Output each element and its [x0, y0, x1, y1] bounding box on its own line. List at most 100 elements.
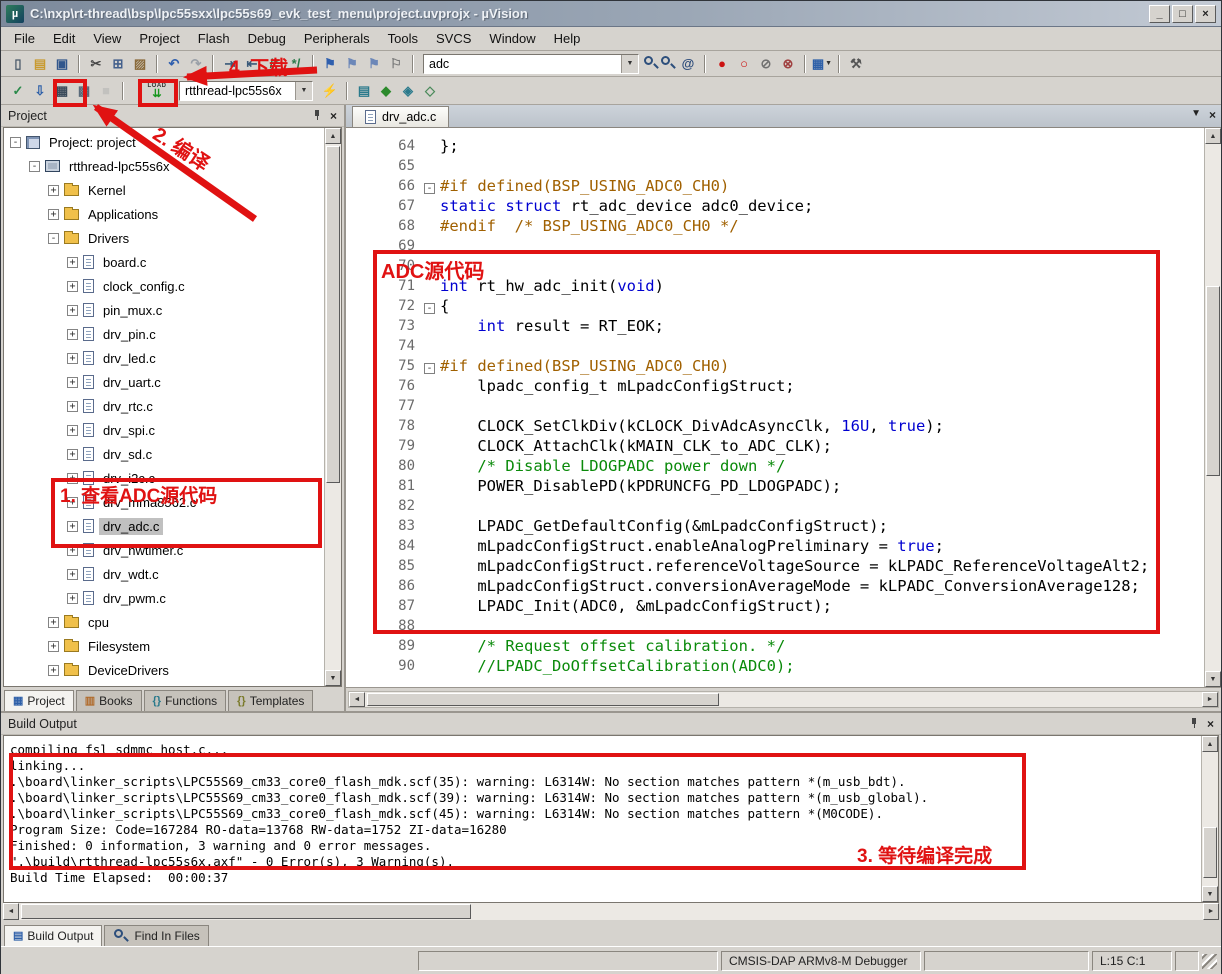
scroll-thumb[interactable] — [1206, 286, 1220, 476]
tree-item-project-project[interactable]: -Project: project — [4, 130, 324, 154]
code-line[interactable]: 84 mLpadcConfigStruct.enableAnalogPrelim… — [346, 536, 1204, 556]
expand-icon[interactable]: - — [10, 137, 21, 148]
enable-breakpoint-icon[interactable]: ○ — [733, 54, 755, 74]
comment-selection-icon[interactable]: /* — [263, 54, 285, 74]
new-file-icon[interactable]: ▯ — [7, 54, 29, 74]
close-document-icon[interactable]: × — [1209, 109, 1216, 121]
panel-tab-templates[interactable]: {}Templates — [228, 690, 313, 711]
expand-icon[interactable]: - — [48, 233, 59, 244]
save-icon[interactable]: ▣ — [51, 54, 73, 74]
scroll-thumb[interactable] — [367, 693, 719, 706]
code-line[interactable]: 82 — [346, 496, 1204, 516]
output-line[interactable]: .\board\linker_scripts\LPC55S69_cm33_cor… — [10, 774, 1201, 790]
expand-icon[interactable]: + — [48, 665, 59, 676]
code-line[interactable]: 67static struct rt_adc_device adc0_devic… — [346, 196, 1204, 216]
output-horizontal-scrollbar[interactable]: ◄ ► — [3, 903, 1219, 920]
bookmark-toggle-icon[interactable]: ⚑ — [319, 54, 341, 74]
output-line[interactable]: compiling fsl_sdmmc_host.c... — [10, 742, 1201, 758]
target-select-value[interactable]: rtthread-lpc55s6x — [180, 84, 295, 98]
tree-item-drv-adc-c[interactable]: +drv_adc.c — [4, 514, 324, 538]
tree-item-drv-spi-c[interactable]: +drv_spi.c — [4, 418, 324, 442]
batch-build-icon[interactable]: ▩ — [73, 81, 95, 101]
scroll-track[interactable] — [325, 144, 341, 670]
output-line[interactable]: .\board\linker_scripts\LPC55S69_cm33_cor… — [10, 790, 1201, 806]
menu-svcs[interactable]: SVCS — [427, 28, 480, 49]
redo-icon[interactable]: ↷ — [185, 54, 207, 74]
scroll-down-icon[interactable]: ▼ — [1202, 886, 1218, 902]
indent-right-icon[interactable]: ⇥ — [219, 54, 241, 74]
tree-item-drv-uart-c[interactable]: +drv_uart.c — [4, 370, 324, 394]
menu-help[interactable]: Help — [545, 28, 590, 49]
fold-toggle-icon[interactable]: - — [424, 363, 435, 374]
menu-edit[interactable]: Edit — [44, 28, 84, 49]
tree-item-pin-mux-c[interactable]: +pin_mux.c — [4, 298, 324, 322]
output-line[interactable]: ".\build\rtthread-lpc55s6x.axf" - 0 Erro… — [10, 854, 1201, 870]
code-line[interactable]: 78 CLOCK_SetClkDiv(kCLOCK_DivAdcAsyncClk… — [346, 416, 1204, 436]
expand-icon[interactable]: + — [48, 641, 59, 652]
panel-tab-project[interactable]: ▦Project — [4, 690, 74, 711]
scroll-up-icon[interactable]: ▲ — [1202, 736, 1218, 752]
code-line[interactable]: 72-{ — [346, 296, 1204, 316]
close-panel-icon[interactable]: × — [330, 110, 337, 122]
bottom-tab-find-in-files[interactable]: Find In Files — [104, 925, 208, 946]
panel-tab-functions[interactable]: {}Functions — [144, 690, 227, 711]
kill-all-breakpoints-icon[interactable]: ⊗ — [777, 54, 799, 74]
find-in-files-icon[interactable] — [113, 928, 130, 945]
menu-view[interactable]: View — [84, 28, 130, 49]
tree-item-clock-config-c[interactable]: +clock_config.c — [4, 274, 324, 298]
scroll-right-icon[interactable]: ► — [1203, 903, 1219, 920]
indent-left-icon[interactable]: ⇤ — [241, 54, 263, 74]
scroll-thumb[interactable] — [1203, 827, 1217, 878]
output-line[interactable]: Finished: 0 information, 3 warning and 0… — [10, 838, 1201, 854]
tree-item-drv-wdt-c[interactable]: +drv_wdt.c — [4, 562, 324, 586]
pin-icon[interactable] — [1190, 718, 1199, 729]
scroll-right-icon[interactable]: ► — [1202, 692, 1218, 707]
tree-item-drv-pwm-c[interactable]: +drv_pwm.c — [4, 586, 324, 610]
scroll-up-icon[interactable]: ▲ — [1205, 128, 1221, 144]
options-for-target-icon[interactable]: ⚡ — [319, 81, 341, 101]
scroll-down-icon[interactable]: ▼ — [1205, 671, 1221, 687]
code-line[interactable]: 83 LPADC_GetDefaultConfig(&mLpadcConfigS… — [346, 516, 1204, 536]
insert-breakpoint-icon[interactable]: ● — [711, 54, 733, 74]
tree-item-devicedrivers[interactable]: +DeviceDrivers — [4, 658, 324, 682]
tree-item-cpu[interactable]: +cpu — [4, 610, 324, 634]
expand-icon[interactable]: + — [67, 473, 78, 484]
code-line[interactable]: 65 — [346, 156, 1204, 176]
expand-icon[interactable]: + — [48, 185, 59, 196]
scroll-track[interactable] — [1205, 144, 1221, 671]
tree-item-board-c[interactable]: +board.c — [4, 250, 324, 274]
code-line[interactable]: 73 int result = RT_EOK; — [346, 316, 1204, 336]
expand-icon[interactable]: + — [67, 497, 78, 508]
window-layout-icon[interactable]: ▦▼ — [811, 54, 833, 74]
scroll-left-icon[interactable]: ◄ — [349, 692, 365, 707]
find-in-files-icon[interactable] — [660, 55, 677, 72]
code-line[interactable]: 74 — [346, 336, 1204, 356]
code-line[interactable]: 86 mLpadcConfigStruct.conversionAverageM… — [346, 576, 1204, 596]
copy-icon[interactable]: ⊞ — [107, 54, 129, 74]
undo-icon[interactable]: ↶ — [163, 54, 185, 74]
incremental-find-icon[interactable]: @ — [677, 54, 699, 74]
code-line[interactable]: 75-#if defined(BSP_USING_ADC0_CH0) — [346, 356, 1204, 376]
bookmark-clear-all-icon[interactable]: ⚐ — [385, 54, 407, 74]
code-line[interactable]: 77 — [346, 396, 1204, 416]
tree-scrollbar[interactable]: ▲ ▼ — [324, 128, 341, 686]
find-icon[interactable] — [643, 55, 660, 72]
scroll-down-icon[interactable]: ▼ — [325, 670, 341, 686]
expand-icon[interactable]: + — [67, 353, 78, 364]
code-line[interactable]: 81 POWER_DisablePD(kPDRUNCFG_PD_LDOGPADC… — [346, 476, 1204, 496]
expand-icon[interactable]: + — [67, 377, 78, 388]
tree-item-filesystem[interactable]: +Filesystem — [4, 634, 324, 658]
menu-debug[interactable]: Debug — [239, 28, 295, 49]
code-line[interactable]: 88 — [346, 616, 1204, 636]
scroll-thumb[interactable] — [21, 904, 471, 919]
menu-file[interactable]: File — [5, 28, 44, 49]
download-icon[interactable]: LOAD⇊ — [143, 80, 171, 102]
expand-icon[interactable]: + — [67, 401, 78, 412]
select-software-packs-icon[interactable]: ◇ — [419, 81, 441, 101]
search-dropdown-icon[interactable]: ▼ — [621, 55, 638, 73]
menu-project[interactable]: Project — [130, 28, 188, 49]
uncomment-selection-icon[interactable]: */ — [285, 54, 307, 74]
close-button[interactable]: × — [1195, 5, 1216, 23]
scroll-left-icon[interactable]: ◄ — [3, 903, 19, 920]
expand-icon[interactable]: + — [48, 617, 59, 628]
